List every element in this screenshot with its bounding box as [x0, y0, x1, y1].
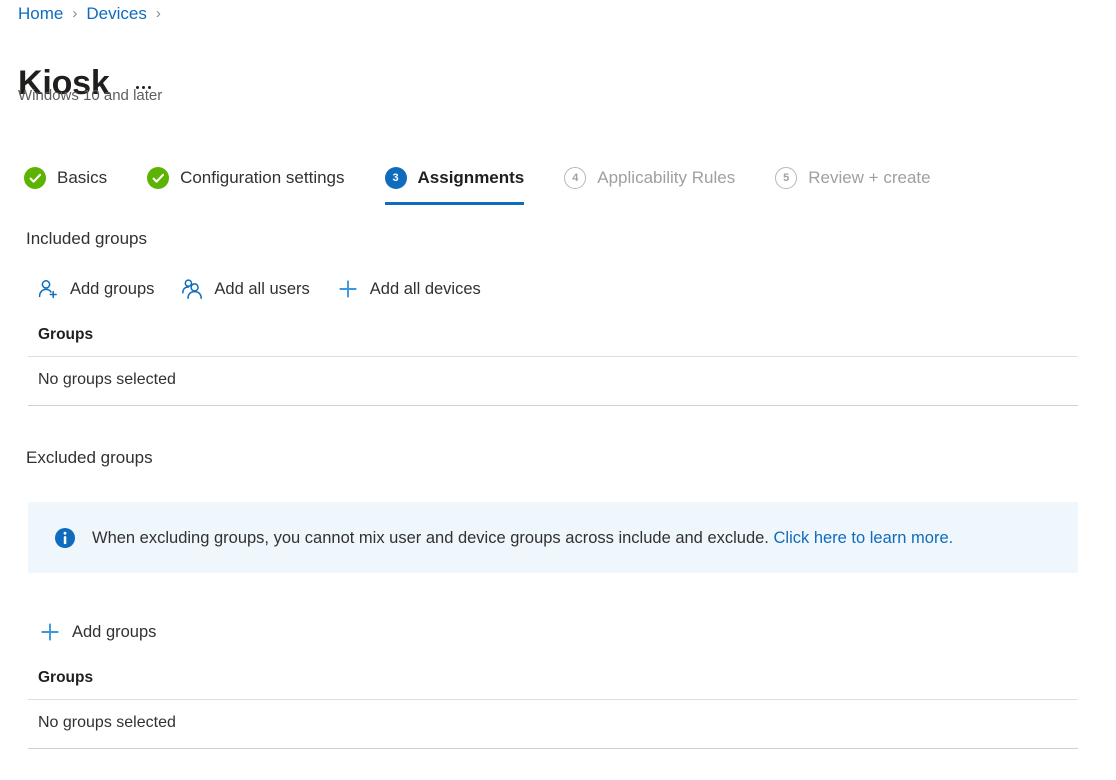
tab-label-basics: Basics	[57, 168, 107, 188]
included-groups-heading: Included groups	[26, 229, 147, 249]
add-all-users-button[interactable]: Add all users	[180, 273, 309, 305]
tab-review-create[interactable]: 5 Review + create	[775, 160, 930, 196]
chevron-right-icon: ›	[156, 6, 161, 21]
column-header-groups: Groups	[28, 326, 1078, 357]
add-all-devices-label: Add all devices	[370, 280, 481, 299]
plus-icon	[336, 277, 360, 301]
chevron-right-icon: ›	[72, 6, 77, 21]
excluded-groups-heading: Excluded groups	[26, 448, 153, 468]
check-circle-icon	[24, 167, 46, 189]
included-groups-table: Groups No groups selected	[28, 326, 1078, 406]
check-circle-icon	[147, 167, 169, 189]
active-tab-underline	[385, 202, 525, 205]
add-groups-button[interactable]: Add groups	[36, 273, 154, 305]
tab-label-configuration-settings: Configuration settings	[180, 168, 344, 188]
included-groups-commandbar: Add groups Add all users Add all devices	[36, 273, 481, 305]
tab-label-review-create: Review + create	[808, 168, 930, 188]
add-all-devices-button[interactable]: Add all devices	[336, 273, 481, 305]
excluded-add-groups-label: Add groups	[72, 623, 156, 642]
all-users-icon	[180, 277, 204, 301]
step-number-badge: 3	[385, 167, 407, 189]
page-subtitle: Windows 10 and later	[18, 87, 162, 104]
column-header-groups: Groups	[28, 669, 1078, 700]
title-row: Kiosk	[18, 38, 155, 128]
step-number-badge: 5	[775, 167, 797, 189]
exclusion-info-text: When excluding groups, you cannot mix us…	[92, 527, 953, 549]
wizard-tabs: Basics Configuration settings 3 Assignme…	[24, 160, 931, 210]
info-icon	[54, 527, 76, 549]
breadcrumb-item-home[interactable]: Home	[18, 4, 63, 24]
exclusion-info-banner: When excluding groups, you cannot mix us…	[28, 502, 1078, 573]
empty-state-row: No groups selected	[28, 700, 1078, 749]
plus-icon	[38, 620, 62, 644]
tab-label-applicability-rules: Applicability Rules	[597, 168, 735, 188]
exclusion-info-message: When excluding groups, you cannot mix us…	[92, 529, 773, 547]
excluded-groups-commandbar: Add groups	[38, 616, 156, 648]
learn-more-link[interactable]: Click here to learn more.	[773, 529, 953, 547]
tab-label-assignments: Assignments	[418, 168, 525, 188]
add-user-icon	[36, 277, 60, 301]
add-groups-label: Add groups	[70, 280, 154, 299]
tab-basics[interactable]: Basics	[24, 160, 107, 196]
breadcrumb: Home › Devices ›	[18, 2, 170, 26]
excluded-groups-table: Groups No groups selected	[28, 669, 1078, 749]
tab-assignments[interactable]: 3 Assignments	[385, 160, 525, 196]
tab-applicability-rules[interactable]: 4 Applicability Rules	[564, 160, 735, 196]
page-root: Home › Devices › Kiosk Windows 10 and la…	[0, 0, 1116, 780]
breadcrumb-item-devices[interactable]: Devices	[86, 4, 146, 24]
excluded-add-groups-button[interactable]: Add groups	[38, 616, 156, 648]
empty-state-row: No groups selected	[28, 357, 1078, 406]
add-all-users-label: Add all users	[214, 280, 309, 299]
tab-configuration-settings[interactable]: Configuration settings	[147, 160, 344, 196]
step-number-badge: 4	[564, 167, 586, 189]
